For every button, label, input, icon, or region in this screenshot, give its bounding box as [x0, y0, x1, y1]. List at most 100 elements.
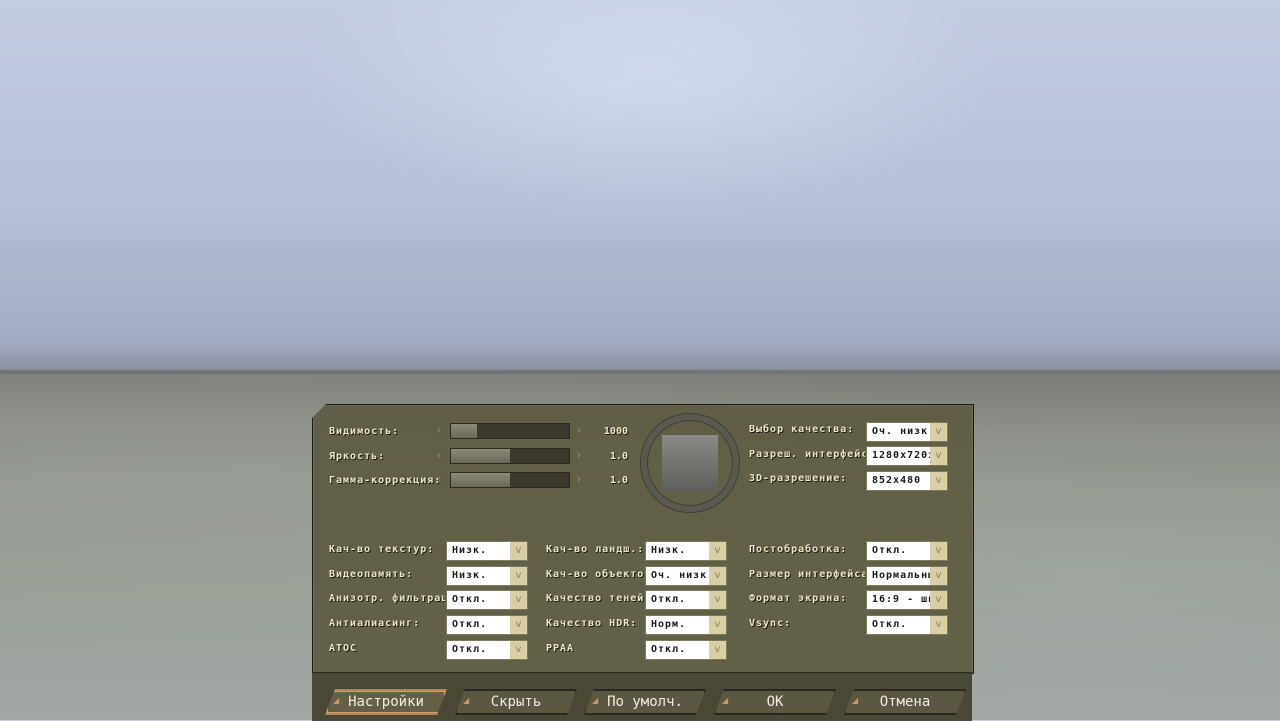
dropdown-value: Откл. [452, 594, 488, 605]
button-marker-icon: ◢ [722, 696, 729, 705]
chevron-down-icon: v [930, 616, 947, 634]
visibility-decrease-icon[interactable]: ‹ [433, 423, 445, 437]
ui-size-dropdown[interactable]: Нормальныйv [866, 566, 948, 586]
dropdown-value: Оч. низк. [651, 570, 709, 581]
ui-size-label: Размер интерфейса: [749, 569, 865, 580]
ui-resolution-dropdown[interactable]: 1280x720x v [866, 446, 948, 466]
chevron-down-icon: v [930, 472, 947, 490]
dropdown-value: Оч. низк. [872, 426, 930, 437]
ok-button[interactable]: ◢ OK [714, 689, 836, 715]
brightness-slider-fill [451, 449, 510, 463]
postprocessing-label: Постобработка: [749, 544, 848, 555]
dropdown-value: Откл. [651, 594, 687, 605]
chevron-down-icon: v [709, 641, 726, 659]
button-marker-icon: ◢ [463, 696, 470, 705]
logo-square [662, 435, 718, 491]
hide-button-label: Скрыть [490, 694, 542, 710]
chevron-down-icon: v [709, 616, 726, 634]
gamma-label: Гамма-коррекция: [329, 475, 442, 486]
screen-format-label: Формат экрана: [749, 593, 848, 604]
terrain-quality-dropdown[interactable]: Низк. v [645, 541, 727, 561]
dropdown-value: Низк. [651, 545, 687, 556]
dropdown-value: Нормальный [872, 570, 930, 581]
chevron-down-icon: v [930, 423, 947, 441]
dropdown-value: 1280x720x [872, 450, 930, 461]
anisotropic-filtering-label: Анизотр. фильтрация: [329, 593, 445, 604]
dropdown-value: Откл. [651, 644, 687, 655]
gamma-value: 1.0 [609, 475, 628, 486]
shadow-quality-label: Качество теней: [546, 593, 644, 604]
ppaa-dropdown[interactable]: Откл. v [645, 640, 727, 660]
button-marker-icon: ◢ [333, 696, 340, 705]
postprocessing-dropdown[interactable]: Откл. v [866, 541, 948, 561]
chevron-down-icon: v [510, 591, 527, 609]
vsync-label: Vsync: [749, 618, 792, 629]
game-logo-emblem [641, 414, 739, 512]
visibility-value: 1000 [603, 426, 628, 437]
button-marker-icon: ◢ [592, 696, 599, 705]
brightness-label: Яркость: [329, 451, 386, 462]
dropdown-value: Откл. [452, 644, 488, 655]
screen-format-dropdown[interactable]: 16:9 - широкийv [866, 590, 948, 610]
chevron-down-icon: v [709, 542, 726, 560]
chevron-down-icon: v [510, 567, 527, 585]
chevron-down-icon: v [510, 641, 527, 659]
antialiasing-label: Антиалиасинг: [329, 618, 421, 629]
chevron-down-icon: v [930, 542, 947, 560]
visibility-label: Видимость: [329, 426, 400, 437]
quality-preset-dropdown[interactable]: Оч. низк. v [866, 422, 948, 442]
ui-resolution-label: Разреш. интерфейса: [749, 449, 865, 460]
render-resolution-label: 3D-разрешение: [749, 473, 848, 484]
gamma-increase-icon[interactable]: › [573, 472, 585, 486]
brightness-decrease-icon[interactable]: ‹ [433, 448, 445, 462]
object-quality-label: Кач-во объектов: [546, 569, 644, 580]
hide-button[interactable]: ◢ Скрыть [455, 689, 577, 715]
sky [300, 0, 1000, 220]
gamma-slider-fill [451, 473, 510, 487]
defaults-button-label: По умолч. [607, 694, 683, 710]
anisotropic-filtering-dropdown[interactable]: Откл. v [446, 590, 528, 610]
defaults-button[interactable]: ◢ По умолч. [584, 689, 706, 715]
visibility-slider[interactable] [450, 423, 570, 439]
brightness-increase-icon[interactable]: › [573, 448, 585, 462]
settings-button-label: Настройки [348, 694, 424, 710]
dropdown-value: Откл. [452, 619, 488, 630]
button-marker-icon: ◢ [852, 696, 859, 705]
dropdown-value: Низк. [452, 545, 488, 556]
dropdown-value: 16:9 - широкий [872, 594, 930, 605]
dropdown-value: Низк. [452, 570, 488, 581]
gamma-slider[interactable] [450, 472, 570, 488]
chevron-down-icon: v [930, 447, 947, 465]
settings-button[interactable]: ◢ Настройки [325, 689, 447, 715]
object-quality-dropdown[interactable]: Оч. низк. v [645, 566, 727, 586]
ok-button-label: OK [766, 694, 784, 710]
quality-preset-label: Выбор качества: [749, 424, 855, 435]
hdr-quality-dropdown[interactable]: Норм. v [645, 615, 727, 635]
visibility-increase-icon[interactable]: › [573, 423, 585, 437]
render-resolution-dropdown[interactable]: 852x480 (v [866, 471, 948, 491]
terrain-quality-label: Кач-во ландш.: [546, 544, 644, 555]
gamma-decrease-icon[interactable]: ‹ [433, 472, 445, 486]
dropdown-value: Откл. [872, 619, 908, 630]
hdr-quality-label: Качество HDR: [546, 618, 638, 629]
chevron-down-icon: v [930, 591, 947, 609]
atoc-label: ATOC [329, 643, 358, 654]
cancel-button[interactable]: ◢ Отмена [844, 689, 966, 715]
shadow-quality-dropdown[interactable]: Откл. v [645, 590, 727, 610]
antialiasing-dropdown[interactable]: Откл. v [446, 615, 528, 635]
dropdown-value: Откл. [872, 545, 908, 556]
video-memory-dropdown[interactable]: Низк. v [446, 566, 528, 586]
atoc-dropdown[interactable]: Откл. v [446, 640, 528, 660]
horizon [0, 370, 1280, 374]
texture-quality-label: Кач-во текстур: [329, 544, 435, 555]
vsync-dropdown[interactable]: Откл. v [866, 615, 948, 635]
dropdown-value: Норм. [651, 619, 687, 630]
brightness-value: 1.0 [609, 451, 628, 462]
chevron-down-icon: v [709, 591, 726, 609]
chevron-down-icon: v [510, 542, 527, 560]
cancel-button-label: Отмена [879, 694, 931, 710]
brightness-slider[interactable] [450, 448, 570, 464]
visibility-slider-fill [451, 424, 477, 438]
ppaa-label: PPAA [546, 643, 575, 654]
texture-quality-dropdown[interactable]: Низк. v [446, 541, 528, 561]
